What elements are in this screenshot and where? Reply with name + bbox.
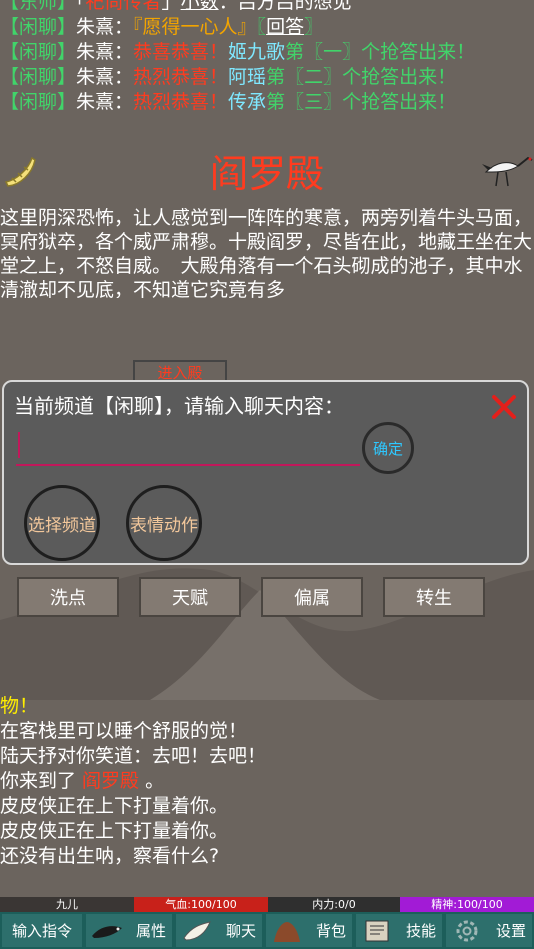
channel-tag: 【闲聊】 (0, 91, 77, 113)
talent-button[interactable]: 天赋 (139, 577, 241, 617)
rank-number: 〖一〗 (304, 41, 362, 63)
speaker-name: 朱熹： (76, 66, 134, 88)
attributes-button[interactable]: 属性 (84, 912, 174, 949)
question-text: 『愿得一心人』 (133, 16, 257, 38)
status-bars: 九儿 气血:100/100 内力:0/0 精神:100/100 (0, 897, 534, 912)
settings-button[interactable]: 设置 (444, 912, 534, 949)
channel-tag: 【闲聊】 (0, 16, 77, 38)
chat-text: 第 (266, 66, 286, 88)
log-line: 还没有出生呐，察看什么? (0, 845, 220, 867)
chat-area: 【东师】「祀尚传者」小数：吕方吕的想见 【闲聊】朱熹：『愿得一心人』〖回答〗 【… (0, 0, 534, 115)
chat-text: 第 (285, 41, 305, 63)
channel-tag: 【闲聊】 (0, 66, 77, 88)
chat-button[interactable]: 聊天 (174, 912, 264, 949)
gear-icon (456, 920, 478, 942)
chat-text: 祀尚传者 (85, 0, 162, 13)
chat-link[interactable]: 小数 (181, 0, 219, 13)
crow-icon (92, 926, 122, 938)
rank-number: 〖三〗 (285, 91, 343, 113)
chat-line: 【闲聊】朱熹：『愿得一心人』〖回答〗 (0, 15, 534, 40)
input-command-button[interactable]: 输入指令 (0, 912, 84, 949)
bracket: 〖 (256, 16, 267, 38)
select-channel-button[interactable]: 选择频道 (24, 485, 100, 561)
close-icon[interactable] (489, 392, 519, 422)
player-name[interactable]: 姬九歌 (228, 41, 285, 63)
room-description: 这里阴深恐怖，让人感觉到一阵阵的寒意，两旁列着牛头马面，冥府狱卒，各个威严肃穆。… (0, 207, 533, 298)
chat-text: 个抢答出来！ (342, 91, 457, 113)
player-name[interactable]: 阿瑶 (228, 66, 266, 88)
rank-number: 〖二〗 (285, 66, 343, 88)
reset-points-button[interactable]: 洗点 (17, 577, 119, 617)
channel-tag: 【闲聊】 (0, 41, 77, 63)
speaker-name: 朱熹： (76, 91, 134, 113)
place-link[interactable]: 阎罗殿 (82, 770, 139, 792)
log-line: 在客栈里可以睡个舒服的觉！ (0, 720, 248, 742)
log-line: 皮皮侠正在上下打量着你。 (0, 795, 229, 817)
crane-icon[interactable] (478, 150, 534, 190)
cheer-text: 恭喜恭喜！ (133, 41, 229, 63)
toolbar-label: 设置 (495, 922, 526, 940)
cheer-text: 热烈恭喜！ (133, 91, 229, 113)
speaker-name: 朱熹： (76, 16, 134, 38)
bottom-toolbar: 输入指令 属性 聊天 背包 技能 设置 (0, 912, 534, 949)
rebirth-button[interactable]: 转生 (383, 577, 485, 617)
player-name[interactable]: 传承 (228, 91, 266, 113)
scroll-icon (365, 920, 389, 942)
log-line: 皮皮侠正在上下打量着你。 (0, 820, 229, 842)
toolbar-label: 聊天 (225, 922, 256, 940)
skills-button[interactable]: 技能 (354, 912, 444, 949)
chat-input[interactable] (16, 428, 360, 466)
answer-link[interactable]: 回答 (266, 16, 304, 38)
bag-icon (274, 922, 300, 942)
message-log: 物！ 在客栈里可以睡个舒服的觉！ 陆天抒对你笑道：去吧！去吧！ 你来到了 阎罗殿… (0, 694, 534, 869)
room-title: 阎罗殿 (209, 152, 324, 196)
backpack-button[interactable]: 背包 (264, 912, 354, 949)
chat-line: 【闲聊】朱熹：恭喜恭喜！姬九歌第〖一〗个抢答出来！ (0, 40, 534, 65)
channel-tag: 【东师】 (0, 0, 77, 13)
speaker-name: 朱熹： (76, 41, 134, 63)
emote-button[interactable]: 表情动作 (126, 485, 202, 561)
spirit-bar: 精神:100/100 (400, 897, 534, 912)
cheer-text: 热烈恭喜！ (133, 66, 229, 88)
log-line: 陆天抒对你笑道：去吧！去吧！ (0, 745, 267, 767)
chat-text: ：吕方吕的想见 (218, 0, 352, 13)
log-line: 你来到了 阎罗殿 。 (0, 769, 534, 794)
log-line: 物！ (0, 695, 39, 717)
chat-text: 第 (266, 91, 286, 113)
chat-input-dialog: 当前频道【闲聊】，请输入聊天内容： 确定 选择频道 表情动作 (2, 380, 529, 565)
text-cursor (18, 432, 20, 458)
chat-text: 个抢答出来！ (342, 66, 457, 88)
mp-bar: 内力:0/0 (268, 897, 400, 912)
chat-text: 个抢答出来！ (361, 41, 476, 63)
chat-text: 」 (161, 0, 181, 13)
chat-line: 【闲聊】朱熹：热烈恭喜！传承第〖三〗个抢答出来！ (0, 90, 534, 115)
log-text: 你来到了 (0, 770, 83, 792)
attribute-button[interactable]: 偏属 (261, 577, 363, 617)
dialog-title: 当前频道【闲聊】，请输入聊天内容： (14, 394, 344, 418)
toolbar-label: 背包 (315, 922, 346, 940)
hp-bar: 气血:100/100 (134, 897, 268, 912)
chat-text: 「 (76, 0, 86, 13)
toolbar-label: 技能 (405, 922, 436, 940)
chat-line: 【东师】「祀尚传者」小数：吕方吕的想见 (0, 0, 534, 15)
bird-icon (183, 921, 211, 941)
chat-line: 【闲聊】朱熹：热烈恭喜！阿瑶第〖二〗个抢答出来！ (0, 65, 534, 90)
confirm-button[interactable]: 确定 (362, 422, 414, 474)
bracket: 〗 (304, 16, 324, 38)
toolbar-label: 属性 (135, 922, 166, 940)
player-name: 九儿 (0, 897, 134, 912)
toolbar-label: 输入指令 (11, 922, 72, 940)
log-text: 。 (139, 770, 165, 792)
